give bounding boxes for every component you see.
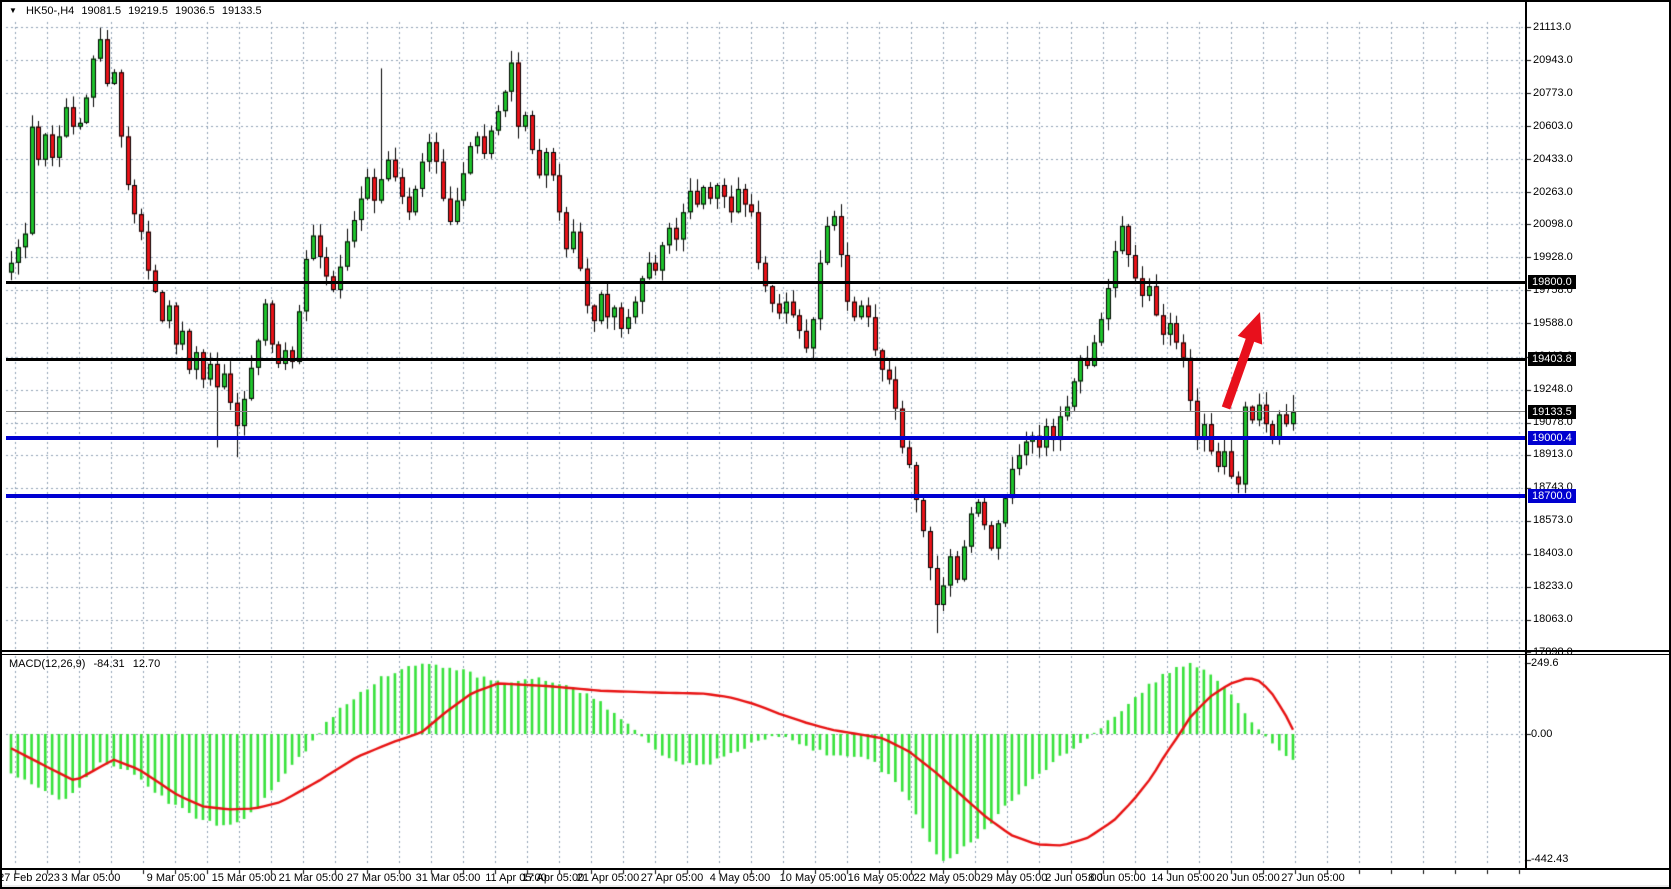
time-axis-label: 27 Mar 05:00 <box>347 872 412 884</box>
price-axis-tick-label: 18403.0 <box>1533 547 1573 560</box>
ohlc-low: 19036.5 <box>175 5 215 17</box>
price-axis-tick-label: 20603.0 <box>1533 120 1573 133</box>
footer-strip <box>2 885 1671 889</box>
time-axis-label: 10 May 05:00 <box>780 872 847 884</box>
price-axis-tick-label: 21113.0 <box>1533 21 1571 34</box>
horizontal-level-line[interactable] <box>6 358 1525 361</box>
time-axis-label: 15 Mar 05:00 <box>212 872 277 884</box>
panel-divider[interactable] <box>2 650 1671 652</box>
chart-window: ▼ HK50-,H4 19081.5 19219.5 19036.5 19133… <box>0 0 1671 889</box>
chevron-down-icon[interactable]: ▼ <box>9 6 17 15</box>
ohlc-open: 19081.5 <box>81 5 121 17</box>
price-axis-tick-label: 20773.0 <box>1533 87 1573 100</box>
time-axis-label: 8 Jun 05:00 <box>1088 872 1146 884</box>
time-axis-label: 22 May 05:00 <box>914 872 981 884</box>
price-tag: 18700.0 <box>1528 489 1576 503</box>
ohlc-high: 19219.5 <box>128 5 168 17</box>
time-axis-label: 16 May 05:00 <box>848 872 915 884</box>
price-axis-tick-label: 19588.0 <box>1533 317 1573 330</box>
price-axis-tick-label: 18573.0 <box>1533 514 1573 527</box>
macd-axis-tick-label: 249.6 <box>1531 657 1559 670</box>
price-axis-tick-label: 18063.0 <box>1533 613 1573 626</box>
price-axis-tick-label: 19248.0 <box>1533 383 1573 396</box>
current-price-line <box>6 411 1525 412</box>
price-axis-separator <box>1525 2 1527 868</box>
price-tag: 19000.4 <box>1528 431 1576 445</box>
macd-axis-tick-label: -442.43 <box>1531 853 1568 866</box>
ohlc-close: 19133.5 <box>222 5 262 17</box>
price-tag: 19133.5 <box>1528 405 1576 419</box>
price-axis-tick-label: 20098.0 <box>1533 218 1573 231</box>
panel-divider-lower <box>2 654 1671 655</box>
time-axis-label: 21 Mar 05:00 <box>279 872 344 884</box>
horizontal-level-line[interactable] <box>6 281 1525 284</box>
time-axis-line <box>2 868 1671 870</box>
price-axis-tick-label: 18233.0 <box>1533 580 1573 593</box>
time-axis-label: 14 Jun 05:00 <box>1151 872 1215 884</box>
macd-signal-value: 12.70 <box>133 658 161 670</box>
time-axis-label: 29 May 05:00 <box>981 872 1048 884</box>
chart-title: ▼ HK50-,H4 19081.5 19219.5 19036.5 19133… <box>9 5 266 17</box>
price-axis-tick-label: 20943.0 <box>1533 54 1573 67</box>
time-axis-label: 9 Mar 05:00 <box>147 872 206 884</box>
horizontal-level-line[interactable] <box>6 494 1525 498</box>
time-axis-label: 31 Mar 05:00 <box>416 872 481 884</box>
price-chart-canvas[interactable] <box>2 2 1671 889</box>
time-axis-label: 27 Feb 2023 <box>0 872 60 884</box>
time-axis-label: 27 Jun 05:00 <box>1281 872 1345 884</box>
time-axis-label: 20 Jun 05:00 <box>1216 872 1280 884</box>
price-axis-tick-label: 18913.0 <box>1533 448 1573 461</box>
macd-axis-tick-label: 0.00 <box>1531 728 1552 741</box>
time-axis-label: 27 Apr 05:00 <box>641 872 703 884</box>
horizontal-level-line[interactable] <box>6 436 1525 440</box>
price-tag: 19800.0 <box>1528 275 1576 289</box>
time-axis-label: 4 May 05:00 <box>710 872 771 884</box>
price-tag: 19403.8 <box>1528 352 1576 366</box>
price-axis-tick-label: 20263.0 <box>1533 186 1573 199</box>
time-axis-label: 17 Apr 05:00 <box>522 872 584 884</box>
price-axis-tick-label: 19928.0 <box>1533 251 1573 264</box>
time-axis-label: 3 Mar 05:00 <box>62 872 121 884</box>
macd-indicator-label: MACD(12,26,9) -84.31 12.70 <box>9 658 165 670</box>
symbol-timeframe-label: HK50-,H4 <box>26 5 74 17</box>
macd-name: MACD(12,26,9) <box>9 658 85 670</box>
time-axis-label: 21 Apr 05:00 <box>577 872 639 884</box>
macd-main-value: -84.31 <box>93 658 124 670</box>
price-axis-tick-label: 20433.0 <box>1533 153 1573 166</box>
